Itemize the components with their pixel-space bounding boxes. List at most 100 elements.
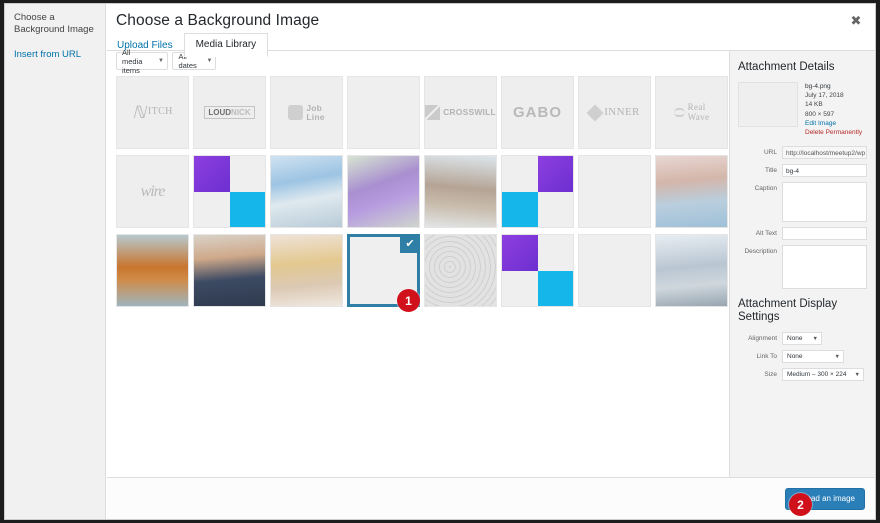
attachment-thumbnail [738, 82, 798, 127]
link-to-select[interactable]: None ▼ [782, 350, 844, 364]
attachment-thumbnail[interactable] [424, 155, 497, 228]
attachment-thumbnail[interactable] [578, 234, 651, 307]
attachment-cell [501, 155, 578, 233]
attachment-thumbnail[interactable] [270, 234, 343, 307]
delete-permanently-link[interactable]: Delete Permanently [805, 128, 862, 137]
attachment-thumbnail[interactable]: Real Wave [655, 76, 728, 149]
field-alt-text: Alt Text [738, 227, 867, 241]
title-label: Title [764, 167, 777, 175]
attachment-thumbnail[interactable]: CROSSWILL [424, 76, 497, 149]
attachment-cell [347, 155, 424, 233]
attachment-cell: GABO [501, 76, 578, 154]
attachment-cell: wire [116, 155, 193, 233]
close-icon[interactable]: ✖ [841, 7, 871, 35]
attachment-thumbnail[interactable] [424, 234, 497, 307]
field-title: Title bg-4 [738, 164, 867, 178]
attachment-thumbnail[interactable]: wire [116, 155, 189, 228]
attachment-cell: LOUDNICK [193, 76, 270, 154]
tab-media-library[interactable]: Media Library [183, 33, 269, 57]
attachment-cell [424, 155, 501, 233]
customizer-section-title: Choose a Background Image [14, 12, 94, 35]
size-label: Size [764, 371, 777, 379]
link-to-value: None [787, 353, 803, 361]
attachment-cell [655, 234, 732, 312]
attachment-cell [270, 155, 347, 233]
attachment-thumbnail[interactable]: LOUDNICK [193, 76, 266, 149]
url-field[interactable]: http://localhost/meetup2/wp [782, 146, 867, 160]
media-modal: Choose a Background Image Insert from UR… [4, 3, 876, 520]
attachment-thumbnail[interactable]: ℕ ITCH [116, 76, 189, 149]
field-url: URL http://localhost/meetup2/wp [738, 146, 867, 160]
attachment-filename: bg-4.png [805, 83, 831, 90]
alignment-label: Alignment [748, 335, 777, 343]
alt-text-label: Alt Text [755, 230, 777, 238]
attachment-thumbnail[interactable] [578, 155, 651, 228]
attachment-thumbnail[interactable] [116, 234, 189, 307]
field-description: Description [738, 245, 867, 290]
attachment-thumbnail[interactable] [193, 234, 266, 307]
chevron-down-icon: ▼ [834, 353, 840, 360]
alignment-value: None [787, 335, 803, 343]
attachment-thumbnail[interactable]: GABO [501, 76, 574, 149]
attachment-thumbnail[interactable] [655, 155, 728, 228]
attachment-thumbnail[interactable] [655, 234, 728, 307]
link-to-label: Link To [756, 353, 777, 361]
attachment-thumbnail[interactable] [501, 155, 574, 228]
annotation-badge-2: 2 [789, 493, 812, 516]
attachment-cell [193, 234, 270, 312]
attachment-cell [501, 234, 578, 312]
modal-footer: Upload an image [107, 477, 875, 519]
attachment-dimensions: 800 × 597 [805, 110, 835, 118]
alignment-select[interactable]: None ▼ [782, 332, 822, 346]
attachment-cell [424, 234, 501, 312]
attachment-cell: Real Wave [655, 76, 732, 154]
attachment-cell: ℕ ITCH [116, 76, 193, 154]
media-type-filter-value: All media items [122, 47, 143, 75]
edit-image-link[interactable]: Edit Image [805, 119, 862, 128]
display-settings-heading: Attachment Display Settings [738, 298, 838, 324]
attachment-thumbnail[interactable] [347, 155, 420, 228]
field-link-to: Link To None ▼ [738, 350, 867, 364]
url-label: URL [763, 149, 777, 157]
caption-field[interactable] [782, 182, 867, 223]
chevron-down-icon: ▼ [812, 335, 818, 342]
alt-text-field[interactable] [782, 227, 867, 241]
attachment-cell: INNER [578, 76, 655, 154]
chevron-down-icon: ▼ [854, 371, 860, 378]
attachment-thumbnail[interactable] [270, 155, 343, 228]
attachment-summary: bg-4.png July 17, 2018 14 KB 800 × 597 E… [738, 82, 867, 137]
attachment-thumbnail[interactable]: INNER [578, 76, 651, 149]
attachment-cell: CROSSWILL [424, 76, 501, 154]
attachment-thumbnail[interactable] [501, 234, 574, 307]
attachment-thumbnail[interactable]: Job Line [270, 76, 343, 149]
insert-from-url-link[interactable]: Insert from URL [14, 49, 96, 61]
modal-title: Choose a Background Image [116, 12, 320, 29]
attachment-cell [578, 234, 655, 312]
description-label: Description [744, 248, 777, 256]
field-caption: Caption [738, 182, 867, 223]
attachments-grid[interactable]: ℕ ITCH LOUDNICK Job Line CROSSWILL GABO INNER Re… [116, 76, 733, 477]
attachment-filesize: 14 KB [805, 101, 823, 109]
field-alignment: Alignment None ▼ [738, 332, 867, 346]
annotation-badge-1: 1 [397, 289, 420, 312]
attachment-thumbnail[interactable] [347, 76, 420, 149]
title-field[interactable]: bg-4 [782, 164, 867, 178]
screen: Choose a Background Image Insert from UR… [0, 0, 880, 523]
size-select[interactable]: Medium – 300 × 224 ▼ [782, 368, 864, 382]
customizer-sidebar: Choose a Background Image Insert from UR… [5, 4, 106, 519]
attachment-cell [655, 155, 732, 233]
attachment-cell [193, 155, 270, 233]
attachment-meta: bg-4.png July 17, 2018 14 KB 800 × 597 E… [805, 82, 862, 137]
caption-label: Caption [754, 185, 777, 193]
media-frame: Choose a Background Image ✖ Upload Files… [107, 4, 875, 519]
attachment-details-heading: Attachment Details [738, 61, 835, 73]
attachment-cell [270, 234, 347, 312]
field-size: Size Medium – 300 × 224 ▼ [738, 368, 867, 382]
attachment-thumbnail[interactable] [193, 155, 266, 228]
checkmark-icon[interactable]: ✔ [400, 237, 417, 253]
chevron-down-icon: ▼ [206, 58, 213, 64]
media-type-filter-select[interactable]: All media items ▼ [116, 48, 168, 75]
description-field[interactable] [782, 245, 867, 290]
chevron-down-icon: ▼ [158, 58, 164, 64]
attachment-cell [116, 234, 193, 312]
